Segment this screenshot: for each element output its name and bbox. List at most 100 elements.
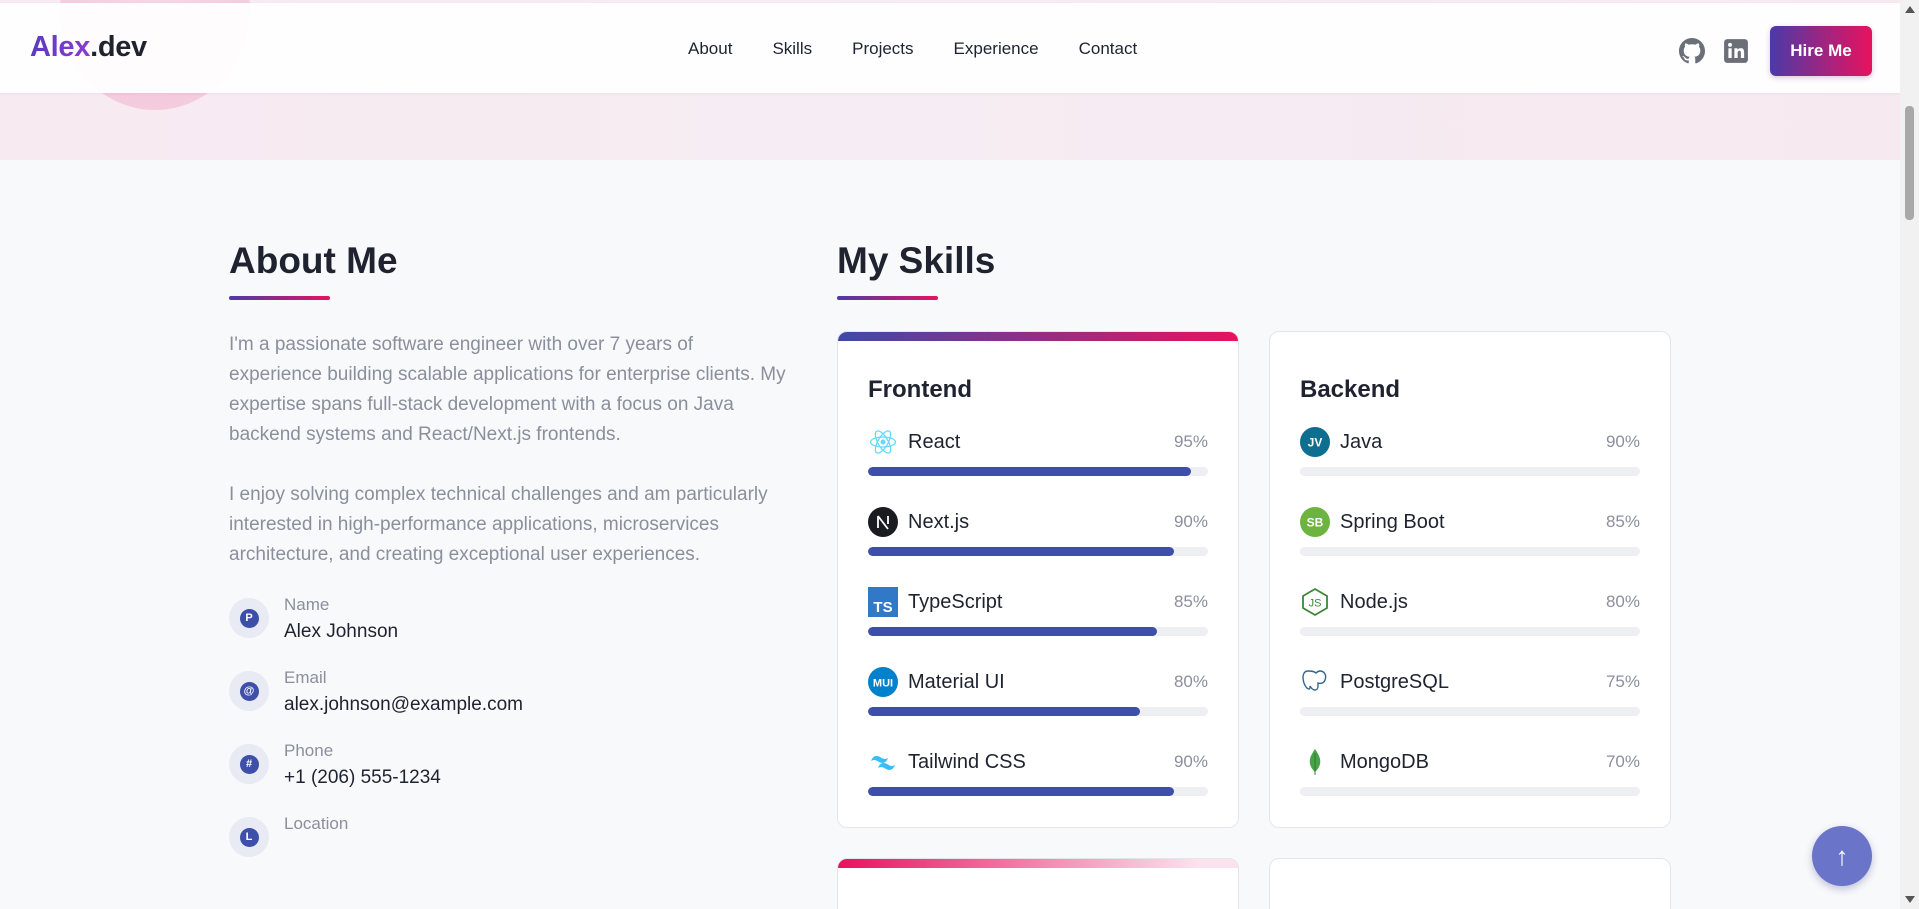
- info-value: Alex Johnson: [284, 621, 399, 642]
- skill-bar: [1300, 467, 1640, 476]
- scroll-up-arrow-icon[interactable]: [1905, 6, 1915, 13]
- nextjs-icon: [868, 507, 898, 537]
- skill-name: Spring Boot: [1340, 510, 1445, 533]
- about-paragraph: I enjoy solving complex technical challe…: [229, 484, 768, 565]
- skill-name: Next.js: [908, 510, 970, 533]
- skill-item: PostgreSQL 75%: [1300, 667, 1640, 716]
- skill-percent: 80%: [1605, 592, 1640, 611]
- skill-percent: 75%: [1605, 672, 1640, 691]
- skill-card-backend: Backend JV Java 90% SB Spring Boot 85% J…: [1269, 331, 1671, 828]
- nav-contact[interactable]: Contact: [1079, 39, 1138, 59]
- main-nav: About Skills Projects Experience Contact: [688, 39, 1137, 59]
- nav-skills[interactable]: Skills: [772, 39, 812, 59]
- skill-bar: [868, 627, 1208, 636]
- skill-percent: 85%: [1605, 512, 1640, 531]
- skill-bar: [1300, 707, 1640, 716]
- info-name: P Name Alex Johnson: [229, 595, 789, 643]
- info-value: +1 (206) 555-1234: [284, 767, 441, 788]
- skill-bar: [868, 547, 1208, 556]
- svg-text:JV: JV: [1308, 436, 1323, 450]
- card-title: Frontend: [868, 376, 972, 403]
- nav-experience[interactable]: Experience: [954, 39, 1039, 59]
- skills-title: My Skills: [837, 240, 996, 281]
- skill-card-devops: [837, 858, 1239, 909]
- github-icon[interactable]: [1678, 37, 1706, 65]
- skill-name: Node.js: [1340, 590, 1408, 613]
- info-value[interactable]: alex.johnson@example.com: [284, 694, 523, 716]
- material-ui-icon: MUI: [868, 667, 898, 697]
- skill-item: Tailwind CSS 90%: [868, 747, 1208, 796]
- svg-text:TS: TS: [873, 599, 892, 616]
- linkedin-icon[interactable]: [1722, 37, 1750, 65]
- nav-projects[interactable]: Projects: [852, 39, 913, 59]
- skill-bar: [1300, 547, 1640, 556]
- hire-me-button[interactable]: Hire Me: [1770, 26, 1872, 76]
- skill-name: TypeScript: [908, 590, 1003, 613]
- skill-percent: 85%: [1173, 592, 1208, 611]
- skill-percent: 90%: [1173, 752, 1208, 771]
- mongodb-icon: [1300, 747, 1330, 777]
- phone-icon: #: [229, 744, 269, 784]
- skill-bar-fill: [868, 467, 1191, 476]
- person-icon: P: [229, 598, 269, 638]
- logo[interactable]: Alex.dev: [30, 31, 147, 64]
- skill-name: Material UI: [908, 670, 1005, 693]
- info-location: L Location: [229, 814, 789, 857]
- skill-name: React: [908, 430, 961, 453]
- info-label: Email: [284, 668, 327, 687]
- skill-item: JV Java 90%: [1300, 427, 1640, 476]
- skill-item: Next.js 90%: [868, 507, 1208, 556]
- skill-card-frontend: Frontend React 95% Next.js 90% TS TypeSc…: [837, 331, 1239, 828]
- page-scrollbar[interactable]: [1900, 0, 1919, 909]
- skill-card-soft-skills: [1269, 858, 1671, 909]
- typescript-icon: TS: [868, 587, 898, 617]
- skills-section: My Skills: [837, 240, 995, 300]
- scroll-to-top-button[interactable]: ↑: [1812, 826, 1872, 886]
- skill-name: Tailwind CSS: [908, 750, 1026, 773]
- react-icon: [868, 427, 898, 457]
- skill-percent: 70%: [1605, 752, 1640, 771]
- arrow-up-icon: ↑: [1835, 840, 1849, 871]
- skill-item: TS TypeScript 85%: [868, 587, 1208, 636]
- skill-bar: [1300, 787, 1640, 796]
- email-icon: @: [229, 671, 269, 711]
- nodejs-icon: JS: [1300, 587, 1330, 617]
- site-header: Alex.dev About Skills Projects Experienc…: [0, 3, 1900, 93]
- skill-bar: [868, 787, 1208, 796]
- svg-text:MUI: MUI: [873, 678, 893, 690]
- info-phone: # Phone +1 (206) 555-1234: [229, 741, 789, 789]
- skill-bar: [868, 707, 1208, 716]
- about-title: About Me: [229, 240, 398, 281]
- nav-about[interactable]: About: [688, 39, 732, 59]
- scroll-down-arrow-icon[interactable]: [1905, 896, 1915, 903]
- skill-bar-fill: [868, 627, 1157, 636]
- skill-bar: [868, 467, 1208, 476]
- svg-text:SB: SB: [1307, 516, 1324, 530]
- skill-bar-fill: [868, 787, 1174, 796]
- skill-bar: [1300, 627, 1640, 636]
- skill-name: Java: [1340, 430, 1383, 453]
- info-label: Name: [284, 595, 330, 614]
- skill-bar-fill: [868, 707, 1140, 716]
- info-email: @ Email alex.johnson@example.com: [229, 668, 789, 716]
- skill-name: PostgreSQL: [1340, 670, 1449, 693]
- title-underline: [229, 296, 330, 300]
- skill-bar-fill: [868, 547, 1174, 556]
- scrollbar-thumb[interactable]: [1905, 106, 1914, 220]
- svg-text:JS: JS: [1309, 598, 1322, 610]
- skill-item: SB Spring Boot 85%: [1300, 507, 1640, 556]
- about-paragraph: I'm a passionate software engineer with …: [229, 334, 786, 445]
- skill-item: JS Node.js 80%: [1300, 587, 1640, 636]
- skill-percent: 95%: [1173, 432, 1208, 451]
- info-label: Phone: [284, 741, 334, 760]
- title-underline: [837, 296, 938, 300]
- skill-item: React 95%: [868, 427, 1208, 476]
- skill-item: MUI Material UI 80%: [868, 667, 1208, 716]
- tailwind-icon: [868, 747, 898, 777]
- card-title: Backend: [1300, 376, 1401, 403]
- skill-percent: 80%: [1173, 672, 1208, 691]
- skill-item: MongoDB 70%: [1300, 747, 1640, 796]
- about-section: About Me I'm a passionate software engin…: [229, 240, 789, 857]
- skill-name: MongoDB: [1340, 750, 1429, 773]
- skill-percent: 90%: [1605, 432, 1640, 451]
